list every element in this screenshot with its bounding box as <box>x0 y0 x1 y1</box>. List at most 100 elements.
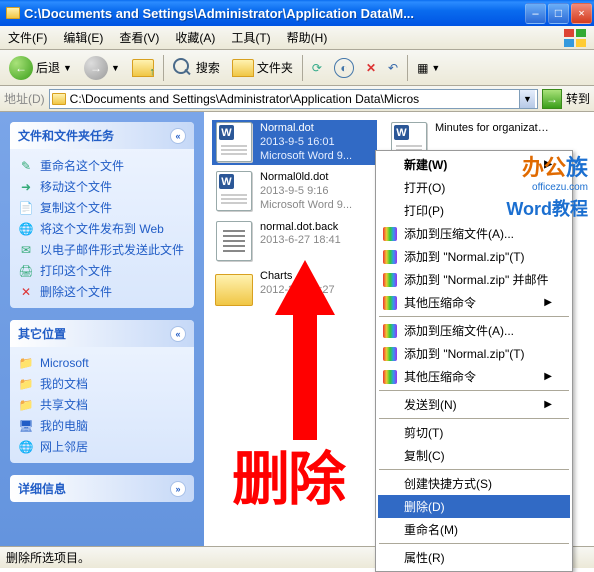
file-tile[interactable]: normal.dot.back 2013-6-27 18:41 <box>212 219 377 264</box>
context-menu-item[interactable]: 添加到压缩文件(A)... <box>378 319 570 342</box>
file-name: normal.dot.back <box>260 221 341 235</box>
collapse-icon: « <box>170 326 186 342</box>
menu-view[interactable]: 查看(V) <box>111 26 167 49</box>
text-doc-icon <box>216 221 252 261</box>
go-button[interactable]: → <box>542 89 562 109</box>
folder-up-icon <box>132 59 154 77</box>
forward-button[interactable]: → ▼ <box>79 54 125 82</box>
context-menu-item[interactable]: 属性(R) <box>378 546 570 569</box>
archive-icon <box>382 295 398 311</box>
views-button[interactable]: ▦▼ <box>412 54 445 82</box>
globe-button[interactable]: ◐ <box>329 54 359 82</box>
context-menu-separator <box>379 390 569 391</box>
context-menu-item[interactable]: 添加到 "Normal.zip" 并邮件 <box>378 268 570 291</box>
file-type: Microsoft Word 9... <box>260 199 352 213</box>
context-menu-label: 新建(W) <box>404 156 447 173</box>
search-button[interactable]: 搜索 <box>168 54 225 82</box>
place-item[interactable]: 📁共享文档 <box>18 394 186 415</box>
sidebar: 文件和文件夹任务 « ✎重命名这个文件➜移动这个文件📄复制这个文件🌐将这个文件发… <box>0 112 204 546</box>
file-tile[interactable]: Normal0ld.dot 2013-9-5 9:16 Microsoft Wo… <box>212 169 377 214</box>
place-item[interactable]: 📁Microsoft <box>18 353 186 373</box>
views-icon: ▦ <box>417 61 428 75</box>
folder-icon <box>215 274 253 306</box>
place-label: 我的文档 <box>40 375 88 392</box>
tasks-panel-title: 文件和文件夹任务 <box>18 127 114 144</box>
search-label: 搜索 <box>196 59 220 76</box>
address-dropdown[interactable]: ▼ <box>519 90 535 108</box>
task-item[interactable]: ✉以电子邮件形式发送此文件 <box>18 239 186 260</box>
delete-button[interactable]: ✕ <box>361 54 381 82</box>
search-icon <box>173 58 193 78</box>
context-menu-label: 复制(C) <box>404 447 445 464</box>
context-menu-separator <box>379 418 569 419</box>
place-icon: 🖥 <box>18 418 34 434</box>
task-item[interactable]: 🖨打印这个文件 <box>18 260 186 281</box>
task-icon: 🌐 <box>18 221 34 237</box>
tasks-panel-header[interactable]: 文件和文件夹任务 « <box>10 122 194 149</box>
collapse-icon: « <box>170 128 186 144</box>
archive-icon <box>382 369 398 385</box>
menu-favorites[interactable]: 收藏(A) <box>167 26 223 49</box>
context-menu-item[interactable]: 其他压缩命令 ▶ <box>378 291 570 314</box>
task-item[interactable]: ➜移动这个文件 <box>18 176 186 197</box>
menu-help[interactable]: 帮助(H) <box>279 26 336 49</box>
task-item[interactable]: ✎重命名这个文件 <box>18 155 186 176</box>
toolbar-separator <box>407 55 408 81</box>
sync-icon: ⟳ <box>312 61 322 75</box>
context-menu-label: 打印(P) <box>404 202 444 219</box>
submenu-arrow-icon: ▶ <box>544 297 552 308</box>
context-menu-item[interactable]: 添加到 "Normal.zip"(T) <box>378 342 570 365</box>
file-tile[interactable]: Normal.dot 2013-9-5 16:01 Microsoft Word… <box>212 120 377 165</box>
address-path: C:\Documents and Settings\Administrator\… <box>70 92 515 106</box>
close-button[interactable]: × <box>571 3 592 24</box>
task-label: 重命名这个文件 <box>40 157 124 174</box>
menu-tools[interactable]: 工具(T) <box>223 26 278 49</box>
context-menu-item[interactable]: 复制(C) <box>378 444 570 467</box>
submenu-arrow-icon: ▶ <box>544 371 552 382</box>
context-menu-item[interactable]: 添加到 "Normal.zip"(T) <box>378 245 570 268</box>
file-date: 2013-9-5 9:16 <box>260 185 352 199</box>
place-item[interactable]: 🖥 我的电脑 <box>18 415 186 436</box>
place-item[interactable]: 🌐网上邻居 <box>18 436 186 457</box>
file-tile[interactable]: Charts 2012-2-3 16:27 <box>212 268 377 312</box>
context-menu-label: 创建快捷方式(S) <box>404 475 492 492</box>
context-menu-item[interactable]: 发送到(N)▶ <box>378 393 570 416</box>
task-item[interactable]: ✕删除这个文件 <box>18 281 186 302</box>
globe-icon: ◐ <box>334 58 354 78</box>
context-menu-label: 其他压缩命令 <box>404 294 476 311</box>
task-label: 打印这个文件 <box>40 262 112 279</box>
context-menu-item[interactable]: 其他压缩命令▶ <box>378 365 570 388</box>
context-menu-item[interactable]: 创建快捷方式(S) <box>378 472 570 495</box>
address-input[interactable]: C:\Documents and Settings\Administrator\… <box>49 89 538 109</box>
up-button[interactable] <box>127 54 159 82</box>
word-doc-icon <box>216 171 252 211</box>
menu-file[interactable]: 文件(F) <box>0 26 55 49</box>
details-panel-header[interactable]: 详细信息 » <box>10 475 194 502</box>
context-menu-item[interactable]: 添加到压缩文件(A)... <box>378 222 570 245</box>
maximize-button[interactable]: □ <box>548 3 569 24</box>
context-menu-item[interactable]: 重命名(M) <box>378 518 570 541</box>
task-label: 删除这个文件 <box>40 283 112 300</box>
place-icon: 📁 <box>18 376 34 392</box>
context-menu-label: 删除(D) <box>404 498 445 515</box>
context-menu-label: 属性(R) <box>404 549 445 566</box>
back-label: 后退 <box>36 59 60 76</box>
file-name: Charts <box>260 270 335 284</box>
context-menu-item[interactable]: 剪切(T) <box>378 421 570 444</box>
back-button[interactable]: ← 后退 ▼ <box>4 54 77 82</box>
place-item[interactable]: 📁 我的文档 <box>18 373 186 394</box>
chevron-down-icon: ▼ <box>63 63 72 73</box>
task-item[interactable]: 🌐将这个文件发布到 Web <box>18 218 186 239</box>
menu-edit[interactable]: 编辑(E) <box>55 26 111 49</box>
forward-arrow-icon: → <box>84 56 108 80</box>
sync-button[interactable]: ⟳ <box>307 54 327 82</box>
place-label: 我的电脑 <box>40 417 88 434</box>
context-menu-item[interactable]: 删除(D) <box>378 495 570 518</box>
task-item[interactable]: 📄复制这个文件 <box>18 197 186 218</box>
archive-icon <box>382 249 398 265</box>
undo-button[interactable]: ↶ <box>383 54 403 82</box>
places-panel-header[interactable]: 其它位置 « <box>10 320 194 347</box>
places-panel: 其它位置 « 📁Microsoft 📁 我的文档 📁共享文档 🖥 我的电脑 🌐网上邻居 <box>10 320 194 463</box>
minimize-button[interactable]: – <box>525 3 546 24</box>
folders-button[interactable]: 文件夹 <box>227 54 298 82</box>
